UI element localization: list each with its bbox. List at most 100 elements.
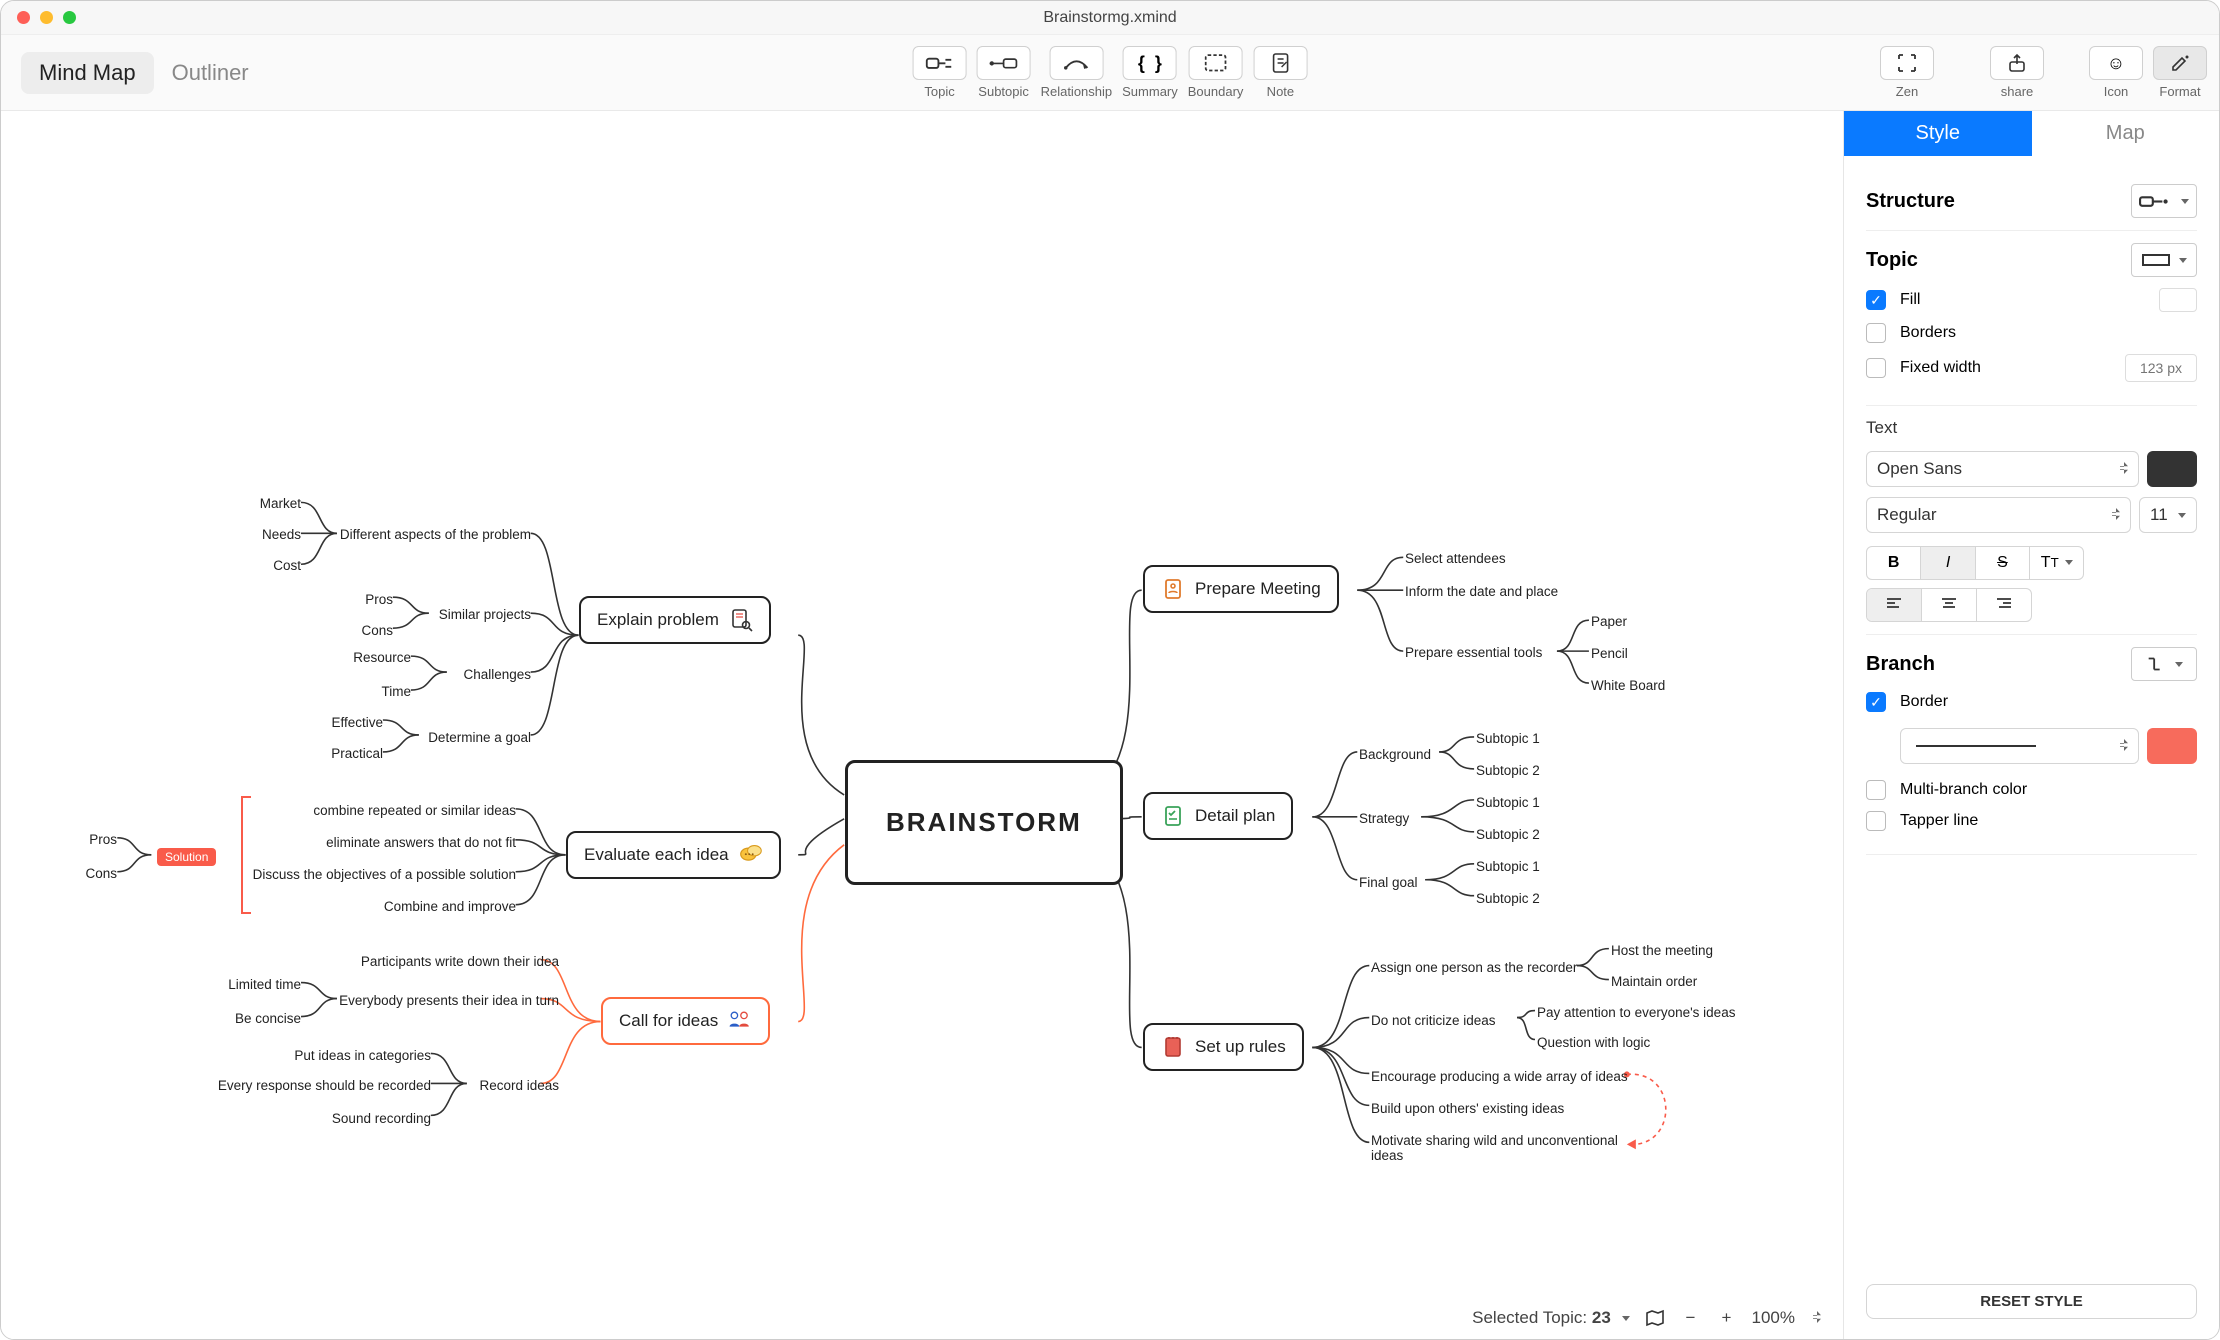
zoom-in-button[interactable]: + [1716,1307,1738,1329]
mini-node[interactable]: Time [382,684,412,699]
mini-node[interactable]: Everybody presents their idea in turn [339,993,559,1008]
mini-node[interactable]: Determine a goal [428,730,531,745]
tab-outliner[interactable]: Outliner [154,52,267,94]
mini-node[interactable]: Market [260,496,301,511]
topic-button[interactable]: Topic [913,46,967,99]
topic-shape-select[interactable] [2131,243,2197,277]
mini-node[interactable]: Select attendees [1405,551,1506,566]
font-family-select[interactable]: Open Sans [1866,451,2139,487]
mini-node[interactable]: Build upon others' existing ideas [1371,1101,1564,1116]
font-weight-select[interactable]: Regular [1866,497,2131,533]
tab-map[interactable]: Map [2032,111,2220,156]
align-center-button[interactable] [1922,589,1977,621]
branch-style-select[interactable] [2131,647,2197,681]
mini-node[interactable]: Prepare essential tools [1405,645,1542,660]
mini-node[interactable]: Every response should be recorded [218,1078,431,1093]
mini-node[interactable]: Strategy [1359,811,1409,826]
note-button[interactable]: Note [1253,46,1307,99]
map-overview-icon[interactable] [1644,1307,1666,1329]
tab-style[interactable]: Style [1844,111,2032,156]
mini-node[interactable]: Challenges [463,667,531,682]
canvas[interactable]: BRAINSTORM Prepare Meeting Select attend… [1,111,1843,1339]
boundary-button[interactable]: Boundary [1188,46,1244,99]
summary-button[interactable]: { } Summary [1122,46,1178,99]
mini-node[interactable]: Subtopic 1 [1476,859,1540,874]
relationship-button[interactable]: Relationship [1041,46,1113,99]
border-color-chip[interactable] [2147,728,2197,764]
mini-node[interactable]: Practical [331,746,383,761]
chevron-down-icon[interactable] [1616,1308,1630,1327]
mini-node[interactable]: Question with logic [1537,1035,1650,1050]
topic-explain-problem[interactable]: Explain problem [579,596,771,644]
mini-node[interactable]: Participants write down their idea [361,954,559,969]
fill-checkbox[interactable] [1866,290,1886,310]
format-panel-button[interactable]: Format [2153,46,2207,99]
share-button[interactable]: share [1990,46,2044,99]
mini-node[interactable]: Do not criticize ideas [1371,1013,1496,1028]
maximize-icon[interactable] [63,11,76,24]
reset-style-button[interactable]: RESET STYLE [1866,1284,2197,1319]
topic-setup-rules[interactable]: Set up rules [1143,1023,1304,1071]
tab-mindmap[interactable]: Mind Map [21,52,154,94]
mini-node[interactable]: Assign one person as the recorder [1371,960,1577,975]
border-line-select[interactable] [1900,728,2139,764]
fixed-width-checkbox[interactable] [1866,358,1886,378]
mini-node[interactable]: Record ideas [479,1078,559,1093]
structure-select[interactable] [2131,184,2197,218]
mini-node[interactable]: Subtopic 2 [1476,763,1540,778]
align-left-button[interactable] [1867,589,1922,621]
mini-node[interactable]: White Board [1591,678,1665,693]
mini-node[interactable]: Different aspects of the problem [340,527,531,542]
central-topic[interactable]: BRAINSTORM [845,760,1123,885]
mini-node[interactable]: Effective [331,715,383,730]
fill-color-swatch[interactable] [2159,288,2197,312]
mini-node[interactable]: combine repeated or similar ideas [313,803,516,818]
mini-node[interactable]: Combine and improve [384,899,516,914]
mini-node[interactable]: Cost [273,558,301,573]
mini-node[interactable]: Encourage producing a wide array of idea… [1371,1069,1628,1084]
mini-node[interactable]: Be concise [235,1011,301,1026]
mini-node[interactable]: Host the meeting [1611,943,1713,958]
text-case-button[interactable]: TT [2030,547,2083,579]
topic-prepare-meeting[interactable]: Prepare Meeting [1143,565,1339,613]
bold-button[interactable]: B [1867,547,1921,579]
mini-node[interactable]: Pay attention to everyone's ideas [1537,1005,1735,1020]
zen-button[interactable]: Zen [1880,46,1934,99]
mini-node[interactable]: Needs [262,527,301,542]
borders-checkbox[interactable] [1866,323,1886,343]
mini-node[interactable]: Subtopic 1 [1476,795,1540,810]
mini-node[interactable]: Resource [353,650,411,665]
mini-node[interactable]: Discuss the objectives of a possible sol… [253,867,516,882]
multi-branch-checkbox[interactable] [1866,780,1886,800]
font-size-select[interactable]: 11 [2139,497,2197,533]
mini-node[interactable]: Put ideas in categories [294,1048,431,1063]
topic-detail-plan[interactable]: Detail plan [1143,792,1293,840]
mini-node[interactable]: Inform the date and place [1405,584,1558,599]
topic-evaluate-idea[interactable]: Evaluate each idea [566,831,781,879]
italic-button[interactable]: I [1921,547,1975,579]
tapper-line-checkbox[interactable] [1866,811,1886,831]
subtopic-button[interactable]: Subtopic [977,46,1031,99]
mini-node[interactable]: Paper [1591,614,1627,629]
mini-node[interactable]: Pencil [1591,646,1628,661]
mini-node[interactable]: Sound recording [332,1111,431,1126]
mini-node[interactable]: Pros [365,592,393,607]
mini-node[interactable]: eliminate answers that do not fit [326,835,516,850]
close-icon[interactable] [17,11,30,24]
mini-node[interactable]: Similar projects [439,607,531,622]
mini-node[interactable]: Motivate sharing wild and unconventional… [1371,1133,1621,1163]
mini-node[interactable]: Subtopic 1 [1476,731,1540,746]
minimize-icon[interactable] [40,11,53,24]
mini-node[interactable]: Final goal [1359,875,1418,890]
icon-panel-button[interactable]: ☺ Icon [2089,46,2143,99]
border-checkbox[interactable] [1866,692,1886,712]
align-right-button[interactable] [1977,589,2031,621]
mini-node[interactable]: Limited time [228,977,301,992]
mini-node[interactable]: Cons [361,623,393,638]
zoom-stepper-icon[interactable] [1809,1308,1821,1328]
mini-node[interactable]: Maintain order [1611,974,1697,989]
mini-node[interactable]: Cons [85,866,117,881]
zoom-out-button[interactable]: − [1680,1307,1702,1329]
strike-button[interactable]: S [1976,547,2030,579]
mini-node[interactable]: Background [1359,747,1431,762]
